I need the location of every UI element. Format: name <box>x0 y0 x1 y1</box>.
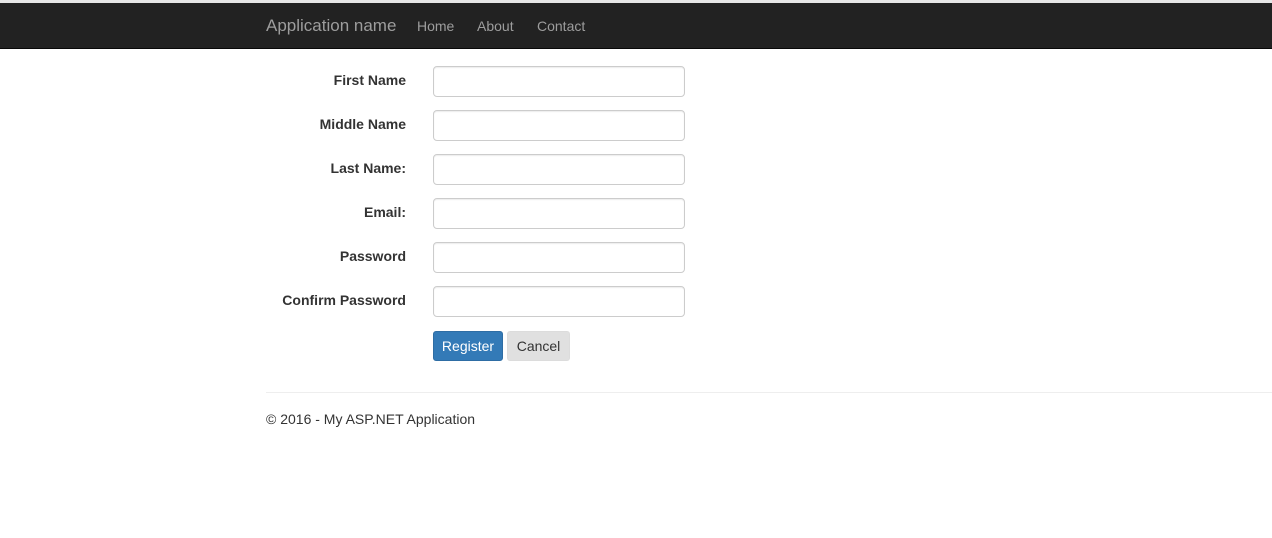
confirm-password-input[interactable] <box>433 286 685 317</box>
top-navbar: Application name Home About Contact <box>0 3 1272 49</box>
nav-about-link[interactable]: About <box>477 18 514 34</box>
cancel-button[interactable]: Cancel <box>507 331 570 361</box>
nav-home-link[interactable]: Home <box>417 18 454 34</box>
middle-name-input[interactable] <box>433 110 685 141</box>
last-name-label: Last Name: <box>330 160 406 176</box>
password-input[interactable] <box>433 242 685 273</box>
confirm-password-label: Confirm Password <box>282 292 406 308</box>
email-label: Email: <box>363 204 406 220</box>
nav-contact-link[interactable]: Contact <box>537 18 585 34</box>
first-name-label: First Name <box>333 72 406 88</box>
email-input[interactable] <box>433 198 685 229</box>
last-name-input[interactable] <box>433 154 685 185</box>
footer-divider <box>266 392 1272 393</box>
first-name-input[interactable] <box>433 66 685 97</box>
register-button[interactable]: Register <box>433 331 503 361</box>
password-label: Password <box>339 248 406 264</box>
brand-link[interactable]: Application name <box>266 16 396 36</box>
middle-name-label: Middle Name <box>319 116 406 132</box>
footer-copyright: © 2016 - My ASP.NET Application <box>266 411 476 427</box>
